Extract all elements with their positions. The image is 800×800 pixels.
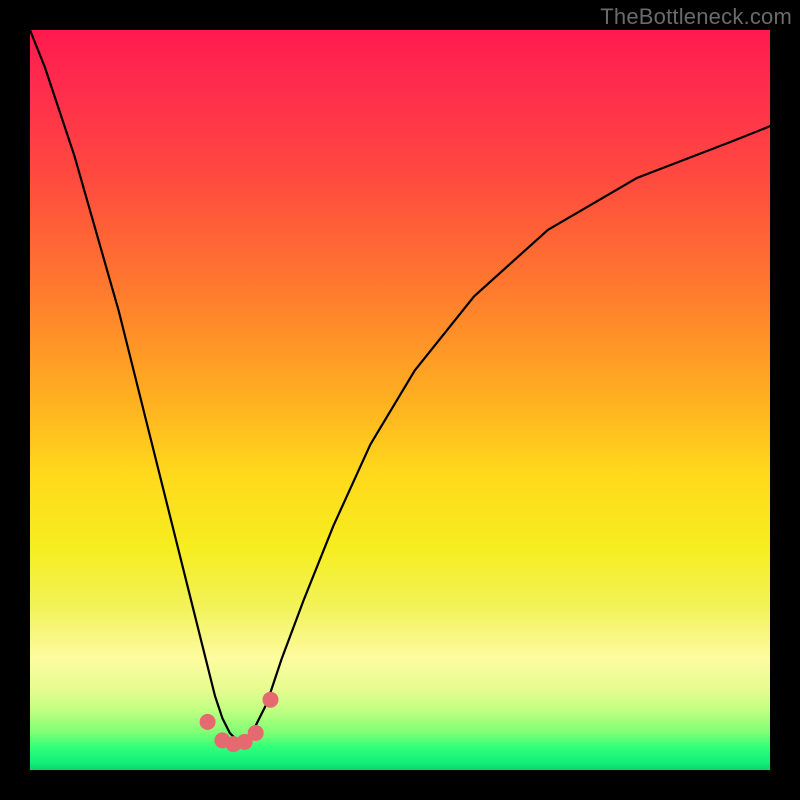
plot-area (30, 30, 770, 770)
curve-svg (30, 30, 770, 770)
curve-dot (200, 714, 216, 730)
chart-frame: TheBottleneck.com (0, 0, 800, 800)
bottleneck-curve-path (30, 30, 770, 740)
curve-dot (248, 725, 264, 741)
watermark-text: TheBottleneck.com (600, 4, 792, 30)
curve-minimum-dots (200, 692, 279, 752)
curve-dot (263, 692, 279, 708)
